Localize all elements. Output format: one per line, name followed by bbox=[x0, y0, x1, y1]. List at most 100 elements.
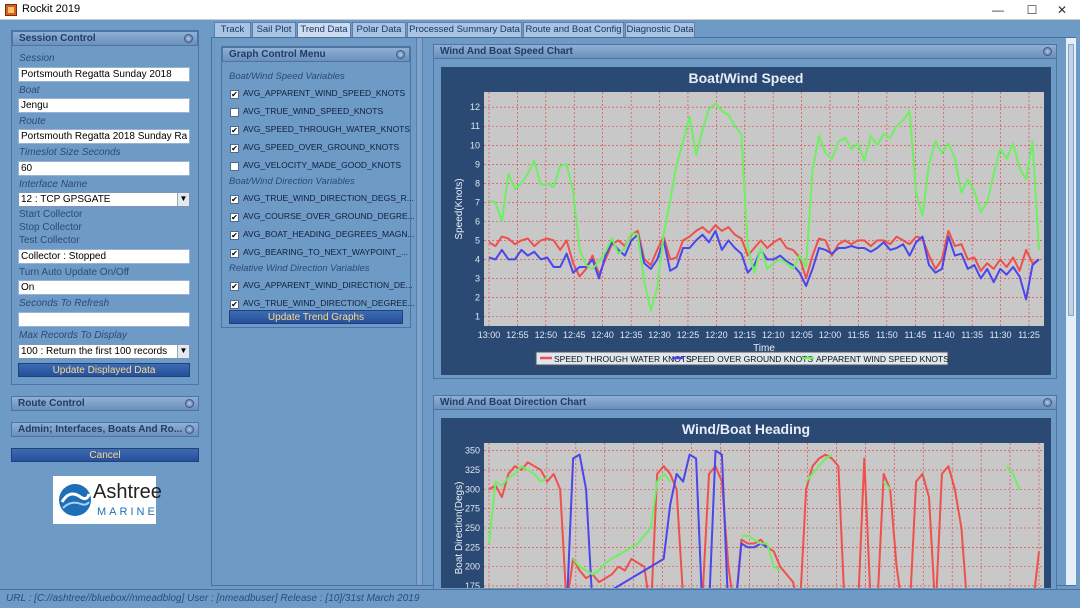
plot-area bbox=[484, 92, 1044, 326]
split-pane-divider[interactable] bbox=[416, 38, 423, 585]
variable-checkbox[interactable]: ✔ bbox=[230, 90, 239, 99]
variable-checkbox-label[interactable]: AVG_BEARING_TO_NEXT_WAYPOINT_... bbox=[243, 247, 408, 257]
y-tick-label: 1 bbox=[475, 311, 480, 321]
y-axis-label: Speed(Knots) bbox=[454, 178, 465, 239]
collapse-knob-icon[interactable] bbox=[185, 425, 194, 434]
y-tick-label: 9 bbox=[475, 159, 480, 169]
variable-checkbox[interactable] bbox=[230, 162, 239, 171]
update-displayed-data-button[interactable]: Update Displayed Data bbox=[18, 363, 190, 377]
y-tick-label: 4 bbox=[475, 254, 480, 264]
start-collector-link[interactable]: Start Collector bbox=[19, 209, 82, 220]
stop-collector-link[interactable]: Stop Collector bbox=[19, 222, 82, 233]
direction-variables-label: Boat/Wind Direction Variables bbox=[229, 176, 355, 187]
direction-chart-header[interactable]: Wind And Boat Direction Chart bbox=[433, 395, 1057, 410]
boat-field[interactable]: Jengu bbox=[18, 98, 190, 113]
variable-checkbox[interactable]: ✔ bbox=[230, 249, 239, 258]
interface-select[interactable]: 12 : TCP GPSGATE ▼ bbox=[18, 192, 190, 207]
collapse-knob-icon[interactable] bbox=[184, 34, 193, 43]
route-label: Route bbox=[19, 116, 46, 127]
collapse-knob-icon[interactable] bbox=[396, 50, 405, 59]
variable-checkbox-label[interactable]: AVG_BOAT_HEADING_DEGREES_MAGN... bbox=[243, 229, 415, 239]
refresh-field[interactable] bbox=[18, 312, 190, 327]
variable-checkbox[interactable]: ✔ bbox=[230, 195, 239, 204]
x-tick-label: 12:15 bbox=[734, 330, 757, 340]
refresh-label: Seconds To Refresh bbox=[19, 298, 110, 309]
tab-processed-summary[interactable]: Processed Summary Data bbox=[407, 22, 522, 37]
tab-diagnostic-data[interactable]: Diagnostic Data bbox=[625, 22, 695, 37]
x-tick-label: 12:25 bbox=[677, 330, 700, 340]
window-title: Rockit 2019 bbox=[22, 3, 81, 15]
minimize-button[interactable]: — bbox=[980, 0, 1016, 20]
variable-checkbox[interactable]: ✔ bbox=[230, 282, 239, 291]
variable-checkbox[interactable]: ✔ bbox=[230, 213, 239, 222]
speed-variables-label: Boat/Wind Speed Variables bbox=[229, 71, 345, 82]
chart-title: Boat/Wind Speed bbox=[689, 70, 804, 86]
timeslot-field[interactable]: 60 bbox=[18, 161, 190, 176]
y-tick-label: 5 bbox=[475, 235, 480, 245]
left-panel: Session Control Session Portsmouth Regat… bbox=[0, 21, 210, 586]
title-bar: Rockit 2019 — ☐ ✕ bbox=[0, 0, 1080, 20]
variable-checkbox-label[interactable]: AVG_TRUE_WIND_SPEED_KNOTS bbox=[243, 106, 383, 116]
variable-checkbox[interactable]: ✔ bbox=[230, 231, 239, 240]
collapse-knob-icon[interactable] bbox=[1043, 47, 1052, 56]
variable-checkbox-label[interactable]: AVG_APPARENT_WIND_DIRECTION_DE... bbox=[243, 280, 413, 290]
y-tick-label: 3 bbox=[475, 273, 480, 283]
tab-polar-data[interactable]: Polar Data bbox=[352, 22, 406, 37]
y-tick-label: 275 bbox=[465, 504, 480, 514]
legend-label: SPEED OVER GROUND KNOTS bbox=[686, 354, 813, 364]
chart-legend: SPEED THROUGH WATER KNOTSSPEED OVER GROU… bbox=[535, 351, 949, 366]
interface-label: Interface Name bbox=[19, 179, 88, 190]
variable-checkbox-label[interactable]: AVG_TRUE_WIND_DIRECTION_DEGS_R... bbox=[243, 193, 414, 203]
tab-trend-data[interactable]: Trend Data bbox=[297, 22, 351, 37]
trend-data-panel: Graph Control Menu Boat/Wind Speed Varia… bbox=[211, 37, 1076, 595]
x-tick-label: 12:00 bbox=[819, 330, 842, 340]
close-button[interactable]: ✕ bbox=[1044, 0, 1080, 20]
auto-update-field[interactable]: On bbox=[18, 280, 190, 295]
session-control-header[interactable]: Session Control bbox=[12, 31, 198, 46]
variable-checkbox-label[interactable]: AVG_TRUE_WIND_DIRECTION_DEGREE... bbox=[243, 298, 415, 308]
max-records-select[interactable]: 100 : Return the first 100 records ▼ bbox=[18, 344, 190, 359]
collapse-knob-icon[interactable] bbox=[1043, 398, 1052, 407]
test-collector-link[interactable]: Test Collector bbox=[19, 235, 80, 246]
variable-checkbox[interactable]: ✔ bbox=[230, 126, 239, 135]
variable-checkbox-label[interactable]: AVG_SPEED_THROUGH_WATER_KNOTS bbox=[243, 124, 410, 134]
boat-label: Boat bbox=[19, 85, 40, 96]
x-tick-label: 11:45 bbox=[904, 330, 926, 340]
variable-checkbox[interactable] bbox=[230, 108, 239, 117]
tab-track[interactable]: Track bbox=[214, 22, 251, 37]
y-tick-label: 7 bbox=[475, 197, 480, 207]
direction-chart-panel-title: Wind And Boat Direction Chart bbox=[440, 397, 587, 408]
speed-chart-header[interactable]: Wind And Boat Speed Chart bbox=[433, 44, 1057, 59]
admin-header[interactable]: Admin; Interfaces, Boats And Ro... bbox=[11, 422, 199, 437]
update-trend-graphs-button[interactable]: Update Trend Graphs bbox=[229, 310, 403, 324]
variable-checkbox-label[interactable]: AVG_COURSE_OVER_GROUND_DEGRE... bbox=[243, 211, 415, 221]
cancel-button[interactable]: Cancel bbox=[11, 448, 199, 462]
graph-control-menu: Graph Control Menu Boat/Wind Speed Varia… bbox=[221, 46, 415, 328]
session-control-panel: Session Control Session Portsmouth Regat… bbox=[11, 30, 199, 385]
graph-control-header[interactable]: Graph Control Menu bbox=[222, 47, 410, 62]
collector-status-field: Collector : Stopped bbox=[18, 249, 190, 264]
x-tick-label: 12:05 bbox=[790, 330, 813, 340]
tab-route-boat-config[interactable]: Route and Boat Config bbox=[523, 22, 624, 37]
route-field[interactable]: Portsmouth Regatta 2018 Sunday Ra bbox=[18, 129, 190, 144]
y-tick-label: 325 bbox=[465, 465, 480, 475]
x-tick-label: 12:30 bbox=[648, 330, 671, 340]
dropdown-arrow-icon[interactable]: ▼ bbox=[177, 345, 189, 358]
route-control-header[interactable]: Route Control bbox=[11, 396, 199, 411]
x-tick-label: 12:20 bbox=[705, 330, 728, 340]
session-field[interactable]: Portsmouth Regatta Sunday 2018 bbox=[18, 67, 190, 82]
scrollbar-thumb[interactable] bbox=[1068, 44, 1074, 316]
collapse-knob-icon[interactable] bbox=[185, 399, 194, 408]
variable-checkbox[interactable]: ✔ bbox=[230, 144, 239, 153]
relative-wind-label: Relative Wind Direction Variables bbox=[229, 263, 370, 274]
admin-title: Admin; Interfaces, Boats And Ro... bbox=[18, 424, 183, 435]
variable-checkbox-label[interactable]: AVG_VELOCITY_MADE_GOOD_KNOTS bbox=[243, 160, 401, 170]
dropdown-arrow-icon[interactable]: ▼ bbox=[177, 193, 189, 206]
x-tick-label: 11:30 bbox=[990, 330, 1012, 340]
x-tick-label: 11:50 bbox=[876, 330, 898, 340]
variable-checkbox-label[interactable]: AVG_APPARENT_WIND_SPEED_KNOTS bbox=[243, 88, 405, 98]
variable-checkbox-label[interactable]: AVG_SPEED_OVER_GROUND_KNOTS bbox=[243, 142, 399, 152]
direction-chart: Wind/Boat Heading15017520022525027530032… bbox=[441, 418, 1051, 588]
variable-checkbox[interactable]: ✔ bbox=[230, 300, 239, 309]
tab-sail-plot[interactable]: Sail Plot bbox=[252, 22, 296, 37]
